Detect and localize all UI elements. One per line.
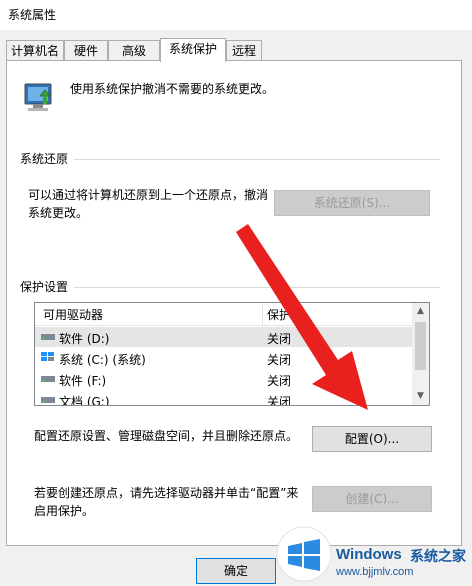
restore-group-title: 系统还原 — [20, 150, 75, 167]
drive-protection: 关闭 — [267, 353, 292, 367]
drive-protection: 关闭 — [267, 374, 292, 388]
drive-name: 文档 (G:) — [59, 395, 110, 406]
ok-button[interactable]: 确定 — [196, 558, 276, 584]
watermark-brand: Windows — [336, 546, 402, 563]
column-drives[interactable]: 可用驱动器 — [43, 306, 103, 323]
drive-protection: 关闭 — [267, 332, 292, 346]
restore-desc-line2: 系统更改。 — [28, 206, 89, 220]
tab-remote[interactable]: 远程 — [226, 40, 262, 60]
window-title: 系统属性 — [8, 8, 57, 22]
scroll-up-icon[interactable]: ▲ — [412, 303, 429, 320]
drive-row[interactable]: 软件 (F:) 关闭 — [35, 369, 413, 389]
drive-row[interactable]: 系统 (C:) (系统) 关闭 — [35, 348, 413, 368]
scroll-down-icon[interactable]: ▼ — [412, 388, 429, 405]
create-button[interactable]: 创建(C)... — [312, 486, 432, 512]
protection-group-divider — [20, 287, 440, 288]
drive-icon — [41, 376, 55, 382]
drive-list[interactable]: 可用驱动器 保护 软件 (D:) 关闭 系统 (C:) (系统) 关闭 软件 (… — [34, 302, 430, 406]
drive-protection: 关闭 — [267, 395, 292, 406]
drive-row[interactable]: 软件 (D:) 关闭 — [35, 327, 413, 347]
drive-icon — [41, 397, 55, 403]
title-bar: 系统属性 — [0, 0, 472, 30]
drive-name: 系统 (C:) (系统) — [59, 353, 146, 367]
drive-name: 软件 (D:) — [59, 332, 110, 346]
drive-row[interactable]: 文档 (G:) 关闭 — [35, 390, 413, 406]
watermark: Windows 系统之家 www.bjjmlv.com — [270, 520, 472, 586]
create-desc-line1: 若要创建还原点，请先选择驱动器并单击“配置”来 — [34, 486, 299, 500]
watermark-url: www.bjjmlv.com — [336, 566, 414, 578]
column-separator — [262, 303, 263, 325]
drive-name: 软件 (F:) — [59, 374, 107, 388]
tab-system-protection[interactable]: 系统保护 — [160, 38, 226, 62]
restore-desc-line1: 可以通过将计算机还原到上一个还原点，撤消 — [28, 188, 269, 202]
tab-advanced[interactable]: 高级 — [108, 40, 160, 60]
tab-computer-name[interactable]: 计算机名 — [6, 40, 64, 60]
configure-button[interactable]: 配置(O)... — [312, 426, 432, 452]
drive-icon — [41, 334, 55, 340]
watermark-text: 系统之家 — [410, 549, 466, 565]
scroll-thumb[interactable] — [415, 322, 426, 370]
protection-group-title: 保护设置 — [20, 278, 75, 295]
create-desc-line2: 启用保护。 — [34, 504, 95, 518]
system-protection-icon — [24, 83, 52, 111]
column-protection[interactable]: 保护 — [267, 306, 291, 323]
tab-hardware[interactable]: 硬件 — [64, 40, 108, 60]
restore-group-divider — [20, 159, 440, 160]
drive-list-scrollbar[interactable]: ▲ ▼ — [412, 303, 429, 405]
system-drive-icon — [41, 352, 54, 361]
config-desc: 配置还原设置、管理磁盘空间，并且删除还原点。 — [34, 429, 299, 443]
windows-logo-icon — [276, 526, 332, 582]
intro-text: 使用系统保护撤消不需要的系统更改。 — [70, 82, 275, 96]
drive-list-header: 可用驱动器 保护 — [35, 303, 413, 326]
system-restore-button[interactable]: 系统还原(S)... — [274, 190, 430, 216]
